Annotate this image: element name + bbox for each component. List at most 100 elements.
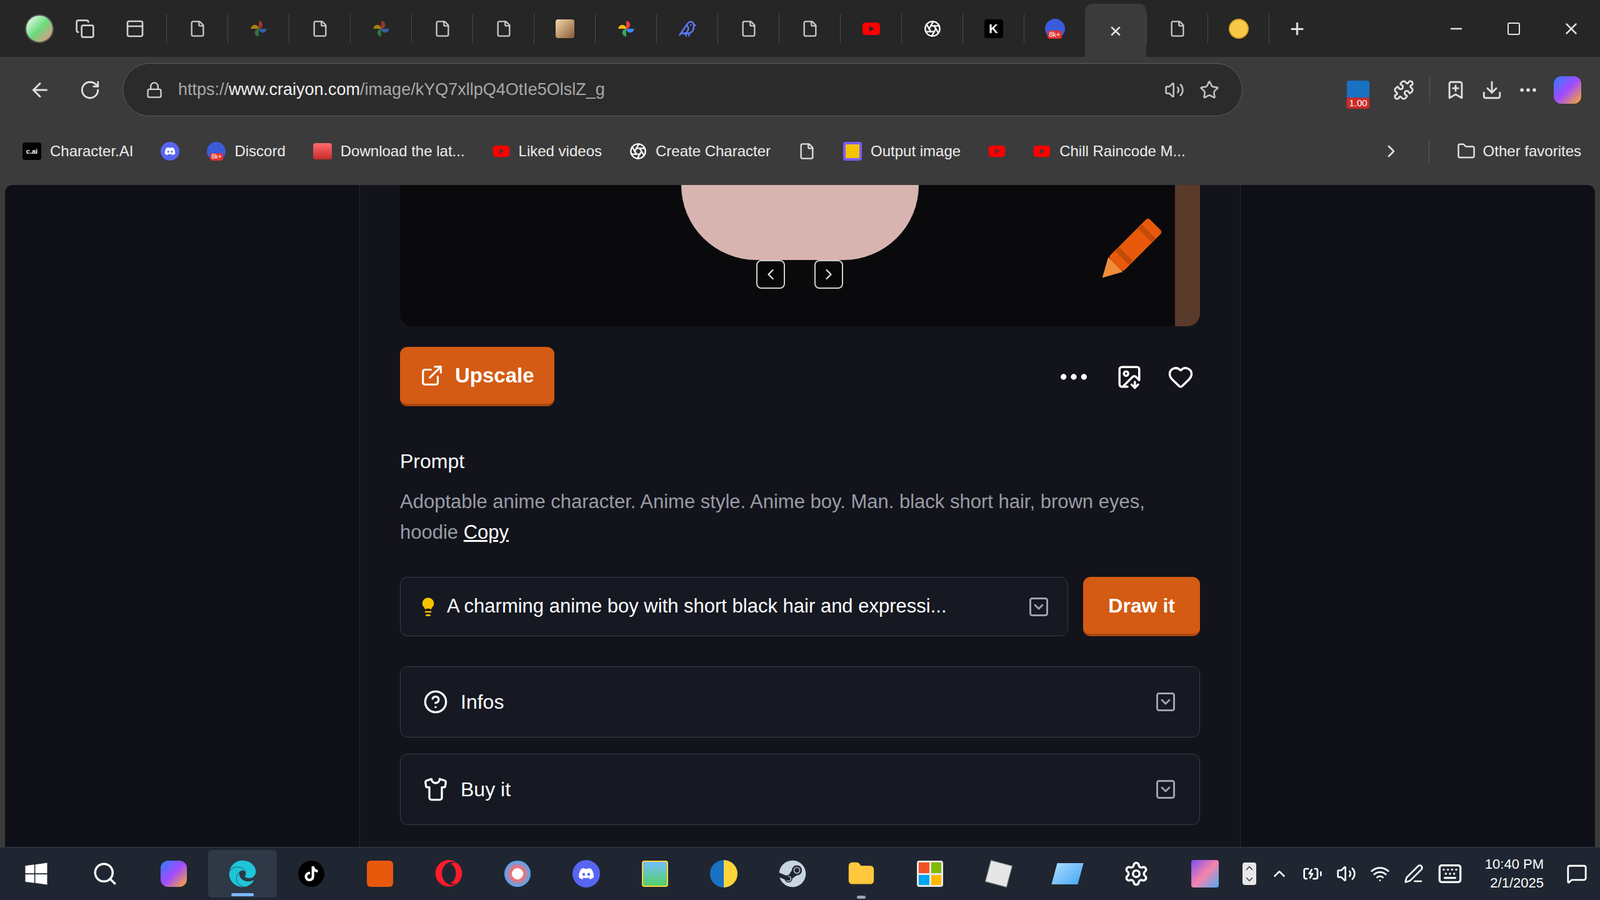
favorite-star-icon[interactable] <box>1199 80 1220 100</box>
show-hidden-icons-icon[interactable] <box>1270 864 1289 884</box>
browser-tab[interactable] <box>166 13 228 44</box>
settings-more-icon[interactable] <box>1517 79 1539 101</box>
copy-link[interactable]: Copy <box>463 521 509 544</box>
taskbar-app[interactable] <box>1033 847 1102 900</box>
downloads-icon[interactable] <box>1481 79 1503 101</box>
browser-tab[interactable]: 8k+ <box>1023 13 1085 44</box>
suggestion-dropdown[interactable]: A charming anime boy with short black ha… <box>400 576 1069 637</box>
taskbar-app[interactable] <box>345 847 415 900</box>
other-favorites[interactable]: Other favorites <box>1456 140 1582 163</box>
favorite-item[interactable]: Download the lat... <box>313 140 465 163</box>
taskbar-app[interactable] <box>826 847 896 900</box>
download-image-icon[interactable] <box>1116 363 1143 390</box>
workspaces-button[interactable] <box>66 18 104 39</box>
taskbar-app[interactable] <box>620 847 690 900</box>
favorite-item[interactable]: 8k+Discord <box>206 140 285 163</box>
browser-tab[interactable] <box>840 13 902 44</box>
prompt-label: Prompt <box>400 446 1200 477</box>
draw-it-button[interactable]: Draw it <box>1083 576 1200 637</box>
taskbar-app[interactable] <box>1 847 71 900</box>
openai-icon <box>923 20 942 38</box>
favorite-item[interactable] <box>160 141 180 161</box>
taskbar-app[interactable] <box>758 847 827 900</box>
battery-icon[interactable] <box>1302 863 1323 884</box>
extensions-icon[interactable] <box>1393 79 1415 101</box>
copilot-icon[interactable] <box>1553 76 1582 104</box>
chevron-down-icon <box>1243 873 1255 885</box>
blue-app-icon <box>710 860 738 888</box>
browser-tab[interactable] <box>350 13 412 44</box>
taskbar-app[interactable] <box>1170 847 1240 900</box>
browser-tab[interactable] <box>656 13 718 44</box>
browser-tab[interactable] <box>227 13 289 44</box>
accordion-section[interactable]: Buy it <box>400 753 1200 825</box>
more-options-icon[interactable] <box>1056 359 1092 395</box>
browser-tab[interactable] <box>288 13 350 44</box>
taskbar-app[interactable] <box>70 847 140 900</box>
notifications-icon[interactable] <box>1566 863 1588 885</box>
pen-icon[interactable] <box>1403 863 1424 884</box>
tab-actions-button[interactable] <box>116 18 154 39</box>
extension-button[interactable]: 1.00 <box>1338 70 1379 110</box>
browser-tab[interactable] <box>717 13 779 44</box>
browser-tab[interactable] <box>1207 13 1269 44</box>
like-heart-icon[interactable] <box>1167 363 1194 390</box>
browser-tab[interactable] <box>411 13 473 44</box>
close-window-button[interactable] <box>1542 0 1600 57</box>
upscale-button[interactable]: Upscale <box>400 346 555 407</box>
browser-tab[interactable]: × <box>1085 3 1147 57</box>
favorites-icon[interactable] <box>1445 79 1467 101</box>
avatar-app-icon <box>1191 860 1219 888</box>
profile-avatar[interactable] <box>25 14 54 44</box>
previous-image-button[interactable] <box>756 260 785 289</box>
browser-tab[interactable] <box>1146 13 1208 44</box>
keyboard-icon[interactable] <box>1437 861 1463 887</box>
folder-icon <box>1456 141 1476 161</box>
discord-icon <box>572 860 600 888</box>
taskbar-app[interactable] <box>895 847 965 900</box>
taskbar-app[interactable] <box>689 847 759 900</box>
taskbar-app[interactable] <box>483 847 552 900</box>
taskbar-app[interactable] <box>276 847 346 900</box>
browser-tab[interactable] <box>472 13 534 44</box>
browser-tab[interactable]: K <box>962 13 1024 44</box>
minimize-button[interactable] <box>1427 0 1485 57</box>
taskbar-app[interactable] <box>964 847 1034 900</box>
favorite-item[interactable]: Create Character <box>629 140 771 163</box>
taskbar-app[interactable] <box>551 847 621 900</box>
edge-icon <box>228 860 257 888</box>
close-tab-button[interactable]: × <box>1109 20 1122 42</box>
taskbar-app[interactable] <box>208 850 277 898</box>
taskbar-app[interactable] <box>139 847 209 900</box>
taskbar-app[interactable] <box>1101 847 1171 900</box>
browser-tab[interactable] <box>595 13 657 44</box>
more-favorites-icon[interactable] <box>1381 141 1402 162</box>
clock[interactable]: 10:40 PM2/1/2025 <box>1476 855 1553 893</box>
browser-tab[interactable] <box>901 13 963 44</box>
store-icon <box>313 143 332 160</box>
url-text: https://www.craiyon.com/image/kYQ7xllpQ4… <box>178 76 1150 103</box>
favorite-item[interactable]: Output image <box>843 140 961 163</box>
back-button[interactable] <box>22 78 58 102</box>
browser-tab[interactable] <box>533 13 595 44</box>
restore-button[interactable] <box>1485 0 1543 57</box>
read-aloud-icon[interactable] <box>1164 80 1185 100</box>
favorite-item[interactable]: Chill Raincode M... <box>1033 140 1185 163</box>
store-icon <box>916 860 944 887</box>
openai-icon <box>629 142 647 160</box>
taskbar-app[interactable] <box>414 847 484 900</box>
accordion-section[interactable]: Infos <box>400 666 1200 738</box>
reload-button[interactable] <box>72 79 108 101</box>
wifi-icon[interactable] <box>1370 863 1390 884</box>
next-image-button[interactable] <box>814 260 844 289</box>
favorite-item[interactable]: c.aiCharacter.AI <box>22 140 134 163</box>
address-bar[interactable]: https://www.craiyon.com/image/kYQ7xllpQ4… <box>122 63 1243 117</box>
favorite-item[interactable]: Liked videos <box>492 140 602 163</box>
new-tab-button[interactable]: + <box>1268 13 1325 44</box>
favorite-item[interactable] <box>988 142 1006 160</box>
main-column: UpscalePromptAdoptable anime character. … <box>359 185 1241 847</box>
volume-icon[interactable] <box>1336 863 1357 884</box>
tray-scroll[interactable] <box>1242 862 1257 885</box>
favorite-item[interactable] <box>798 142 816 160</box>
browser-tab[interactable] <box>778 13 840 44</box>
